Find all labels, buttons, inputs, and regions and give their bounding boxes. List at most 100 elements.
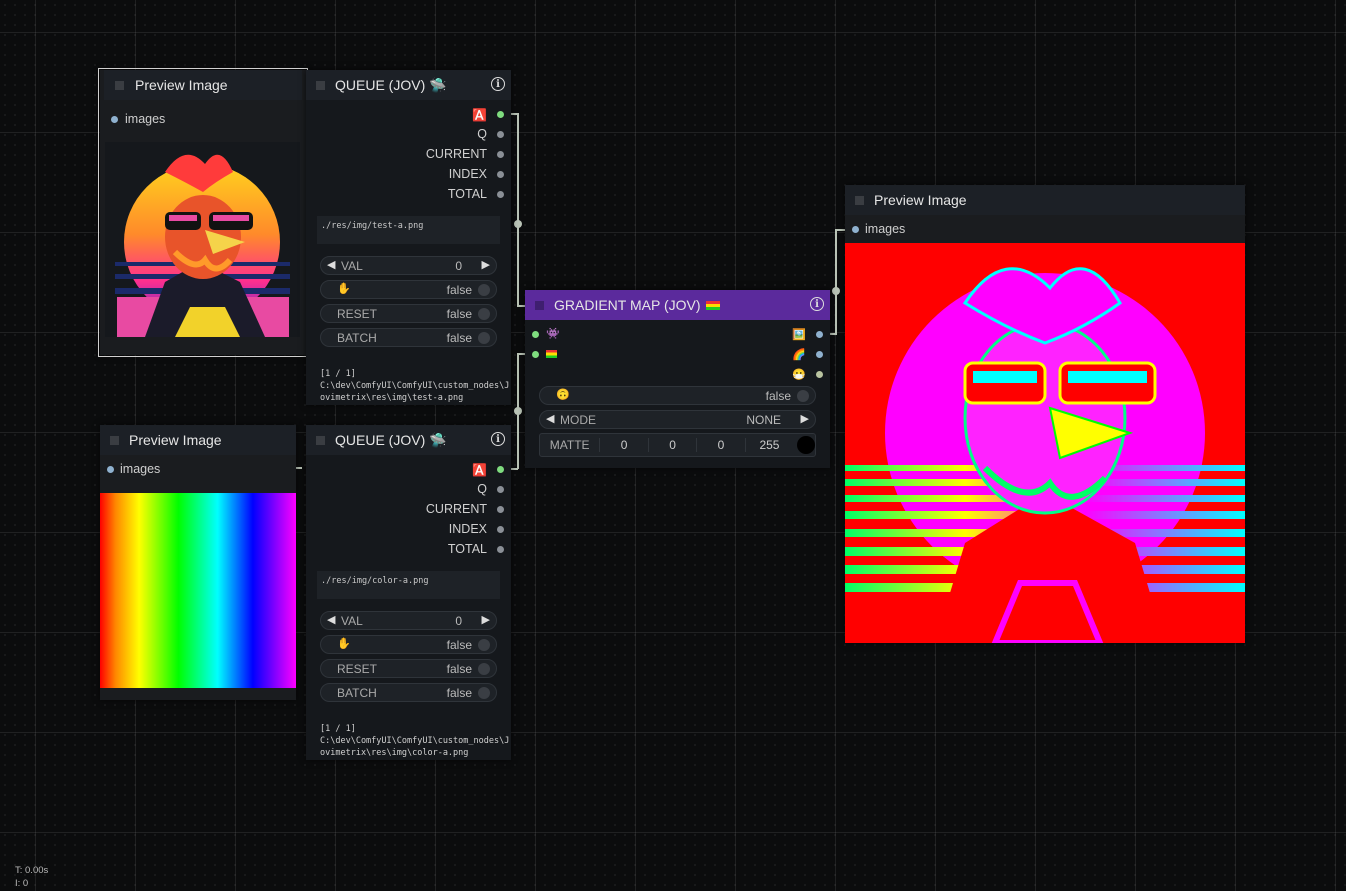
queue-node-2[interactable]: QUEUE (JOV) 🛸 i 🅰️ Q CURRENT INDEX TOTAL… (306, 425, 511, 760)
hold-value: false (446, 283, 472, 297)
node-title: GRADIENT MAP (JOV) (554, 297, 701, 313)
preview-image-node-2[interactable]: Preview Image images (100, 425, 296, 700)
image-output-dot[interactable] (497, 466, 504, 473)
matte-g[interactable]: 0 (647, 438, 696, 452)
collapse-toggle[interactable] (855, 195, 864, 205)
matte-color-widget[interactable]: MATTE 0 0 0 255 (539, 433, 816, 457)
images-input-label: images (865, 222, 906, 236)
total-output-dot[interactable] (497, 191, 504, 198)
gradient-input-dot[interactable] (532, 351, 539, 358)
toggle-dot[interactable] (478, 308, 490, 320)
node-title: Preview Image (135, 77, 228, 93)
current-output-label: CURRENT (425, 502, 487, 516)
preview-image-node-1[interactable]: Preview Image images (98, 68, 308, 357)
images-input-label: images (120, 462, 161, 476)
node-title: QUEUE (JOV) 🛸 (335, 431, 447, 448)
val-value: 0 (455, 259, 462, 273)
node-title-bar[interactable]: Preview Image (845, 185, 1245, 215)
images-input-dot[interactable] (852, 226, 859, 233)
reset-label: RESET (337, 307, 378, 321)
current-output-dot[interactable] (497, 506, 504, 513)
decrement-arrow[interactable]: ◀ (327, 613, 335, 626)
matte-a[interactable]: 255 (744, 438, 793, 452)
mode-combo-widget[interactable]: ◀ MODE NONE ▶ (539, 410, 816, 429)
preview-image-node-3[interactable]: Preview Image images (845, 185, 1245, 643)
decrement-arrow[interactable]: ◀ (327, 258, 335, 271)
node-title-bar[interactable]: QUEUE (JOV) 🛸 i (306, 70, 511, 100)
image-output-dot[interactable] (816, 331, 823, 338)
batch-toggle-widget[interactable]: BATCH false (320, 683, 497, 702)
images-input-dot[interactable] (107, 466, 114, 473)
increment-arrow[interactable]: ▶ (482, 613, 490, 626)
q-output-label: Q (477, 482, 487, 496)
q-output-label: Q (477, 127, 487, 141)
node-title-bar[interactable]: GRADIENT MAP (JOV) i (525, 290, 830, 320)
mask-output-icon: 😷 (792, 369, 806, 381)
reset-toggle-widget[interactable]: RESET false (320, 304, 497, 323)
info-icon[interactable]: i (491, 77, 505, 91)
status-count: [1 / 1] (320, 369, 356, 379)
status-path-line1: C:\dev\ComfyUI\ComfyUI\custom_nodes\J (320, 381, 510, 391)
collapse-toggle[interactable] (535, 300, 544, 310)
node-title-bar[interactable]: Preview Image (104, 70, 302, 100)
info-icon[interactable]: i (810, 297, 824, 311)
pixel-input-dot[interactable] (532, 331, 539, 338)
index-output-dot[interactable] (497, 171, 504, 178)
val-number-widget[interactable]: ◀ VAL 0 ▶ (320, 256, 497, 275)
reset-value: false (446, 307, 472, 321)
reset-toggle-widget[interactable]: RESET false (320, 659, 497, 678)
toggle-dot[interactable] (478, 332, 490, 344)
matte-b[interactable]: 0 (696, 438, 744, 452)
queue-path-textarea[interactable]: ./res/img/test-a.png (317, 216, 500, 244)
matte-color-swatch[interactable] (797, 436, 815, 454)
matte-r[interactable]: 0 (599, 438, 647, 452)
rgb-output-dot[interactable] (816, 351, 823, 358)
collapse-toggle[interactable] (316, 435, 325, 445)
toggle-dot[interactable] (478, 639, 490, 651)
toggle-dot[interactable] (478, 687, 490, 699)
flip-toggle-widget[interactable]: 🙃 false (539, 386, 816, 405)
hold-toggle-widget[interactable]: ✋ false (320, 635, 497, 654)
queue-node-1[interactable]: QUEUE (JOV) 🛸 i 🅰️ Q CURRENT INDEX TOTAL… (306, 70, 511, 405)
node-title-bar[interactable]: Preview Image (100, 425, 296, 455)
flip-icon: 🙃 (556, 389, 570, 401)
q-output-dot[interactable] (497, 486, 504, 493)
preview-image-gradient-mapped (845, 243, 1245, 643)
images-input-label: images (125, 112, 166, 126)
collapse-toggle[interactable] (115, 80, 124, 90)
iteration-count: I: 0 (15, 878, 29, 889)
queue-path-textarea[interactable]: ./res/img/color-a.png (317, 571, 500, 599)
index-output-label: INDEX (448, 522, 487, 536)
toggle-dot[interactable] (478, 663, 490, 675)
node-title: Preview Image (129, 432, 222, 448)
images-input-dot[interactable] (111, 116, 118, 123)
next-arrow[interactable]: ▶ (801, 412, 809, 425)
collapse-toggle[interactable] (316, 80, 325, 90)
gradient-map-node[interactable]: GRADIENT MAP (JOV) i 👾 🖼️ 🌈 😷 🙃 false ◀ … (525, 290, 830, 468)
toggle-dot[interactable] (797, 390, 809, 402)
node-title: Preview Image (874, 192, 967, 208)
pixel-input-icon: 👾 (546, 328, 560, 340)
reset-value: false (446, 662, 472, 676)
current-output-dot[interactable] (497, 151, 504, 158)
node-title-bar[interactable]: QUEUE (JOV) 🛸 i (306, 425, 511, 455)
info-icon[interactable]: i (491, 432, 505, 446)
q-output-dot[interactable] (497, 131, 504, 138)
val-label: VAL (341, 259, 363, 273)
total-output-label: TOTAL (447, 187, 487, 201)
image-output-icon: 🅰️ (472, 463, 487, 477)
val-number-widget[interactable]: ◀ VAL 0 ▶ (320, 611, 497, 630)
matte-label: MATTE (549, 438, 590, 452)
hold-toggle-widget[interactable]: ✋ false (320, 280, 497, 299)
collapse-toggle[interactable] (110, 435, 119, 445)
toggle-dot[interactable] (478, 284, 490, 296)
index-output-dot[interactable] (497, 526, 504, 533)
prev-arrow[interactable]: ◀ (546, 412, 554, 425)
increment-arrow[interactable]: ▶ (482, 258, 490, 271)
index-output-label: INDEX (448, 167, 487, 181)
image-output-icon: 🅰️ (472, 108, 487, 122)
image-output-dot[interactable] (497, 111, 504, 118)
mask-output-dot[interactable] (816, 371, 823, 378)
total-output-dot[interactable] (497, 546, 504, 553)
batch-toggle-widget[interactable]: BATCH false (320, 328, 497, 347)
